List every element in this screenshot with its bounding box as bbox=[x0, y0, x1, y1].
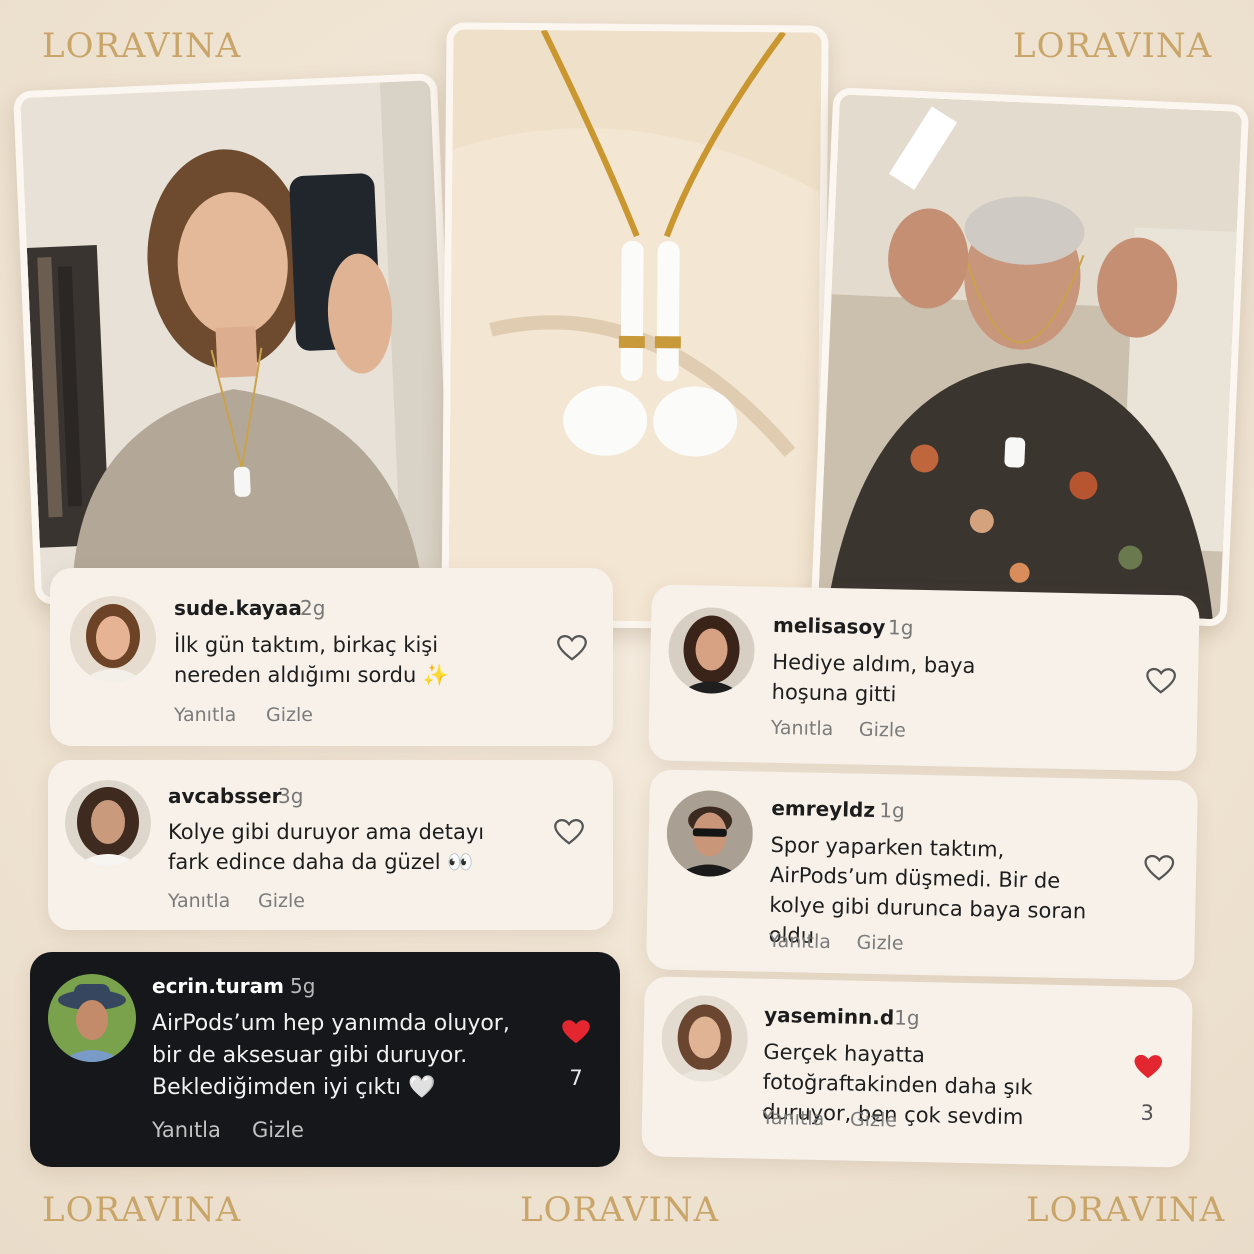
hide-button[interactable]: Gizle bbox=[258, 890, 305, 912]
hide-button[interactable]: Gizle bbox=[859, 719, 906, 742]
brand-watermark: LORAVINA bbox=[1026, 1190, 1226, 1230]
comment-username[interactable]: sude.kayaa bbox=[174, 596, 302, 620]
heart-filled-icon[interactable] bbox=[561, 1018, 591, 1046]
avatar[interactable] bbox=[65, 780, 151, 866]
comment-text: AirPods’um hep yanımda oluyor, bir de ak… bbox=[152, 1011, 510, 1100]
avatar[interactable] bbox=[48, 974, 136, 1062]
comment-username[interactable]: melisasoy bbox=[773, 613, 886, 639]
brand-watermark: LORAVINA bbox=[1013, 26, 1213, 66]
heart-outline-icon[interactable] bbox=[554, 818, 584, 846]
reply-button[interactable]: Yanıtla bbox=[168, 890, 230, 912]
reply-button[interactable]: Yanıtla bbox=[771, 717, 834, 740]
comment-text: İlk gün taktım, birkaç kişi nereden aldı… bbox=[174, 633, 450, 687]
selfie-photo bbox=[12, 72, 460, 606]
comment-time: 3g bbox=[278, 784, 304, 808]
reply-button[interactable]: Yanıtla bbox=[174, 704, 236, 726]
hide-button[interactable]: Gizle bbox=[252, 1118, 304, 1142]
comment-username[interactable]: avcabsser bbox=[168, 784, 281, 808]
comment-time: 2g bbox=[300, 596, 326, 620]
comment-card: sude.kayaa 2g İlk gün taktım, birkaç kiş… bbox=[50, 568, 613, 746]
reply-button[interactable]: Yanıtla bbox=[152, 1118, 221, 1142]
comment-time: 1g bbox=[893, 1005, 920, 1031]
reply-button[interactable]: Yanıtla bbox=[768, 930, 831, 953]
heart-outline-icon[interactable] bbox=[557, 634, 587, 662]
hide-button[interactable]: Gizle bbox=[856, 932, 903, 955]
avatar[interactable] bbox=[665, 789, 754, 878]
brand-watermark: LORAVINA bbox=[42, 26, 242, 66]
heart-filled-icon[interactable] bbox=[1133, 1053, 1164, 1082]
heart-outline-icon[interactable] bbox=[1146, 667, 1177, 696]
comment-text: Hediye aldım, baya hoşuna gitti bbox=[771, 649, 976, 707]
hide-button[interactable]: Gizle bbox=[266, 704, 313, 726]
reply-button[interactable]: Yanıtla bbox=[762, 1107, 825, 1130]
heart-outline-icon[interactable] bbox=[1144, 854, 1175, 883]
comment-card: melisasoy 1g Hediye aldım, baya hoşuna g… bbox=[648, 584, 1200, 772]
comment-card: avcabsser 3g Kolye gibi duruyor ama deta… bbox=[48, 760, 613, 930]
avatar[interactable] bbox=[667, 606, 756, 695]
brand-watermark: LORAVINA bbox=[42, 1190, 242, 1230]
comment-time: 1g bbox=[879, 798, 906, 823]
comment-card-highlighted: ecrin.turam 5g AirPods’um hep yanımda ol… bbox=[30, 952, 620, 1167]
brand-watermark: LORAVINA bbox=[520, 1190, 720, 1230]
comment-username[interactable]: emreyldz bbox=[771, 796, 875, 822]
like-count: 7 bbox=[569, 1066, 583, 1090]
avatar[interactable] bbox=[70, 596, 156, 682]
comment-card: yaseminn.d 1g Gerçek hayatta fotoğraftak… bbox=[641, 976, 1193, 1168]
like-count: 3 bbox=[1140, 1100, 1155, 1125]
hide-button[interactable]: Gizle bbox=[850, 1109, 897, 1132]
comment-time: 1g bbox=[887, 615, 914, 640]
comment-card: emreyldz 1g Spor yaparken taktım, AirPod… bbox=[645, 769, 1199, 981]
comment-username[interactable]: yaseminn.d bbox=[764, 1003, 895, 1030]
lifestyle-photo bbox=[810, 87, 1250, 627]
comment-text: Kolye gibi duruyor ama detayı fark edinc… bbox=[168, 820, 485, 874]
comment-username[interactable]: ecrin.turam bbox=[152, 974, 284, 998]
avatar[interactable] bbox=[660, 994, 749, 1083]
product-photo bbox=[441, 22, 829, 630]
ad-canvas: LORAVINA LORAVINA LORAVINA LORAVINA LORA… bbox=[0, 0, 1254, 1254]
comment-time: 5g bbox=[290, 974, 316, 998]
